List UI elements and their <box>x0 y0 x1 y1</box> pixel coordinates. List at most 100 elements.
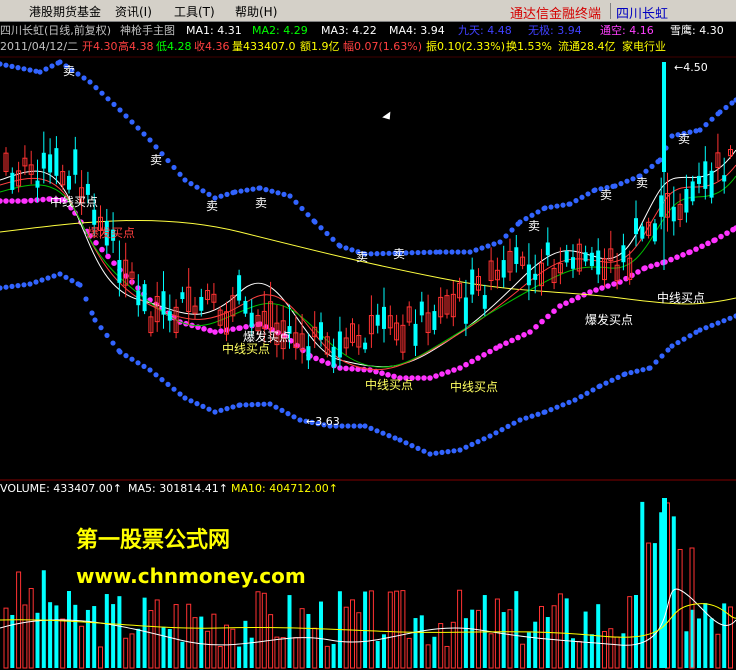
low-price: 低4.28 <box>156 40 192 53</box>
lower-band-dot <box>224 406 230 412</box>
midline-dot <box>433 373 439 379</box>
volume-bar <box>287 595 292 668</box>
lower-band-dot <box>21 282 27 288</box>
candle-body-down <box>117 259 122 283</box>
lower-band-dot <box>653 359 659 365</box>
upper-band-dot <box>509 227 515 233</box>
volume-bar <box>85 609 90 668</box>
midline-dot <box>575 294 581 301</box>
menu-bar: 港股期货基金 资讯(I) 工具(T) 帮助(H) 通达信金融终端 四川长虹 <box>0 0 736 22</box>
buy-label-midterm: 中线买点 <box>657 291 706 305</box>
candle-body-down <box>432 311 437 330</box>
volume-bar <box>319 601 323 668</box>
buy-label-burst: 爆发买点 <box>585 313 634 327</box>
lower-band-dot <box>469 441 475 447</box>
midline-dot <box>662 259 668 265</box>
upper-band-dot <box>409 250 415 256</box>
upper-band-dot <box>250 186 256 192</box>
volume-bar <box>514 591 519 668</box>
volume-bar <box>237 646 242 668</box>
lower-band-dot <box>727 315 733 321</box>
upper-band-dot <box>669 133 675 139</box>
sell-signal: 卖 <box>528 219 541 233</box>
upper-band-dot <box>224 191 230 197</box>
volume-bar <box>136 628 141 668</box>
lower-band-dot <box>566 399 572 405</box>
midline-dot <box>40 196 46 203</box>
volume-bar <box>274 636 280 669</box>
lower-band-dot <box>261 401 267 407</box>
upper-band-dot <box>93 85 99 91</box>
candle-body-down <box>482 295 487 309</box>
xueying-value: 雪鹰: 4.30 <box>670 24 724 37</box>
candle-body-down <box>697 175 701 184</box>
volume-bar <box>463 618 468 668</box>
stock-name: 四川长虹 <box>616 7 669 22</box>
lower-band-dot <box>433 450 439 456</box>
volume-bar <box>375 641 380 668</box>
lower-band-dot <box>590 387 596 393</box>
candle-body-down <box>306 346 311 361</box>
lower-band-dot <box>45 275 51 281</box>
candle-body-down <box>237 275 242 301</box>
lower-band-dot <box>83 296 89 302</box>
upper-band-dot <box>592 187 598 193</box>
turnover-value: 额1.9亿 <box>300 40 340 53</box>
candle-body-down <box>337 331 342 358</box>
lower-band-dot <box>709 322 715 328</box>
volume-bar <box>79 625 85 669</box>
lower-band-dot <box>386 433 392 439</box>
tongkong-value: 通空: 4.16 <box>600 24 654 37</box>
candle-body-down <box>703 161 708 189</box>
menu-hk-futures[interactable]: 港股期货基金 <box>29 3 101 20</box>
upper-band-dot <box>649 163 655 169</box>
watermark-title: 第一股票公式网 <box>76 528 231 553</box>
volume-bar <box>142 597 147 668</box>
lower-band-dot <box>457 447 463 453</box>
lower-band-dot <box>171 386 177 392</box>
volume-bar <box>425 644 431 669</box>
volume-bar <box>646 542 652 669</box>
upper-band-dot <box>697 127 703 133</box>
midline-dot <box>587 289 593 295</box>
menu-tools[interactable]: 工具(T) <box>174 3 215 20</box>
volume-bar <box>306 613 311 668</box>
menu-help[interactable]: 帮助(H) <box>235 3 277 20</box>
volume-bar <box>54 605 59 668</box>
volume-bar <box>350 599 355 669</box>
upper-band-dot <box>147 137 153 143</box>
stock-period: 四川长虹(日线,前复权) <box>0 24 112 37</box>
volume-bar <box>652 543 657 668</box>
volume-bar <box>488 633 494 669</box>
lower-band-dot <box>374 428 380 434</box>
menu-news[interactable]: 资讯(I) <box>115 3 152 20</box>
volume-bar <box>268 614 274 669</box>
midline-dot <box>237 325 243 331</box>
upper-band-dot <box>87 79 93 85</box>
lower-band-dot <box>351 423 357 429</box>
volume-bar <box>413 618 418 668</box>
upper-band-dot <box>182 177 188 183</box>
volume-bar <box>173 604 179 669</box>
upper-band-dot <box>218 193 224 199</box>
midline-dot <box>718 233 724 240</box>
volume-bar <box>148 610 154 669</box>
upper-band-dot <box>324 230 330 237</box>
candle-body-down <box>67 175 71 190</box>
close-price: 收4.36 <box>194 40 230 53</box>
lower-band-dot <box>255 401 261 407</box>
lower-band-dot <box>15 283 21 289</box>
volume-bar <box>73 604 78 668</box>
upper-band-dot <box>299 205 305 212</box>
upper-band-dot <box>491 241 497 247</box>
volume-bar <box>28 588 34 669</box>
upper-band-dot <box>455 249 461 255</box>
lower-band-dot <box>584 390 590 396</box>
volume-bar <box>583 611 588 668</box>
midline-dot <box>557 303 563 309</box>
volume-bar <box>539 605 544 669</box>
candle-body-down <box>690 181 695 202</box>
volume-bar <box>224 624 229 669</box>
midline-dot <box>599 285 605 291</box>
midline-dot <box>201 326 207 332</box>
